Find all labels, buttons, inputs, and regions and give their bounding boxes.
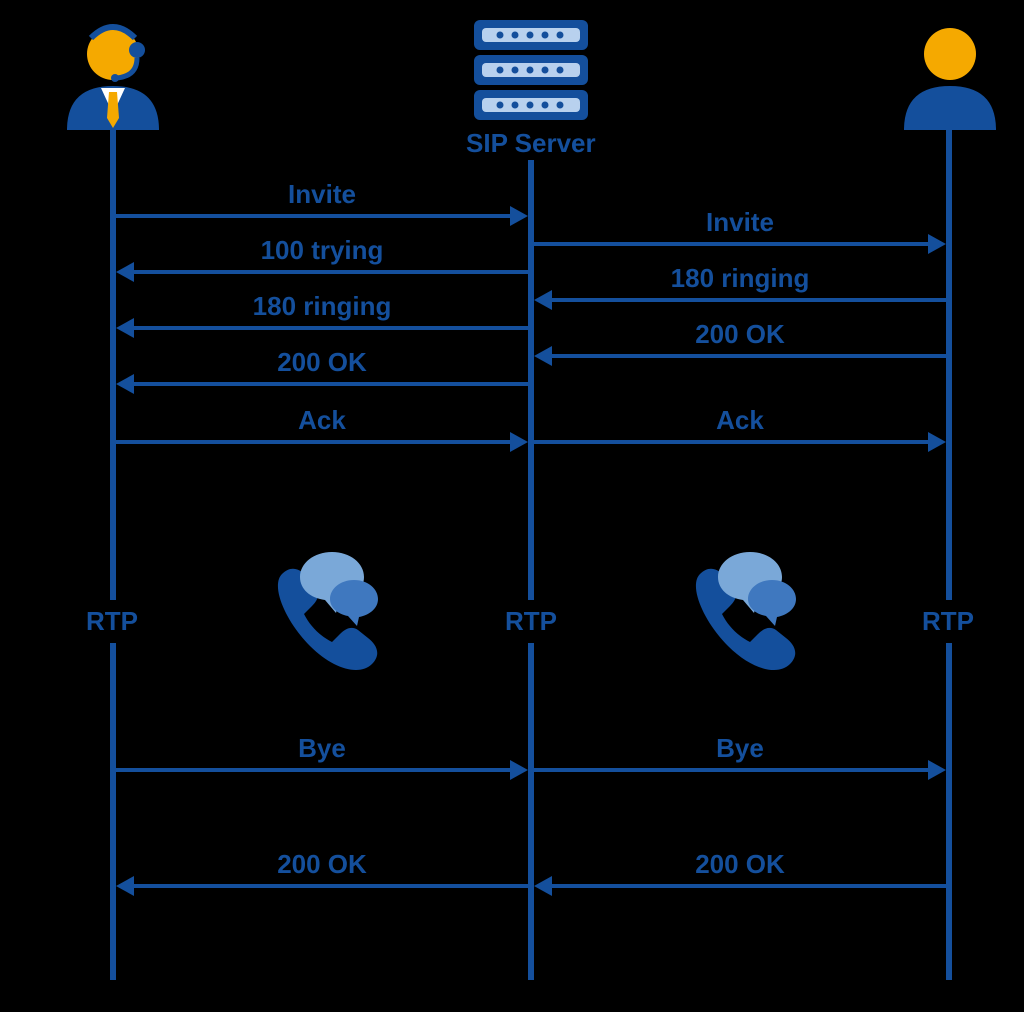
callee-icon (890, 20, 1010, 135)
lifeline-callee (946, 130, 952, 980)
call-media-icon (660, 540, 780, 650)
lifeline-server (528, 160, 534, 980)
caller-icon (53, 20, 173, 135)
call-media-icon (242, 540, 362, 650)
rtp-label-caller: RTP (86, 600, 138, 643)
server-label: SIP Server (466, 128, 596, 159)
lifeline-caller (110, 130, 116, 980)
rtp-label-server: RTP (505, 600, 557, 643)
rtp-label-callee: RTP (922, 600, 974, 643)
server-icon (470, 18, 592, 127)
